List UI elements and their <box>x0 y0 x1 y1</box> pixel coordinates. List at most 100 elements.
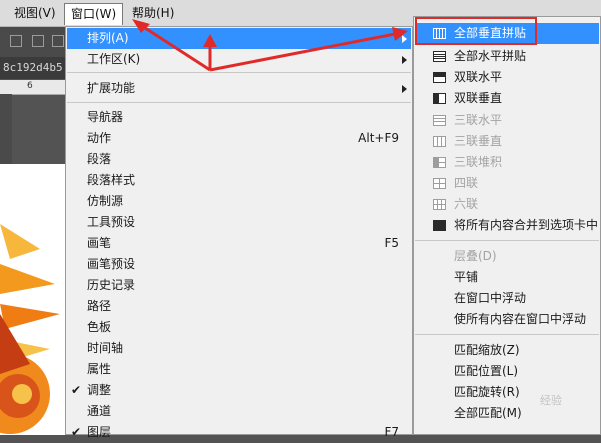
submenu-item-2up-vertical[interactable]: 双联垂直 <box>415 88 599 109</box>
menu-item-brush[interactable]: 画笔 F5 <box>67 233 411 254</box>
six-up-icon <box>433 199 446 210</box>
submenu-item-label: 全部水平拼贴 <box>454 49 527 63</box>
menu-item-adjustments[interactable]: ✔ 调整 <box>67 380 411 401</box>
submenu-item-match-zoom[interactable]: 匹配缩放(Z) <box>415 340 599 361</box>
menu-item-shortcut: F7 <box>384 425 399 439</box>
menu-item-label: 通道 <box>87 404 112 418</box>
menu-item-label: 调整 <box>87 383 112 397</box>
submenu-item-label: 匹配缩放(Z) <box>454 343 520 357</box>
menu-item-properties[interactable]: 属性 <box>67 359 411 380</box>
document-tab[interactable]: 8c192d4b5 <box>0 57 65 79</box>
menu-separator <box>415 334 599 335</box>
submenu-arrow-icon <box>402 85 407 93</box>
menu-item-label: 扩展功能 <box>87 81 136 95</box>
menu-item-swatches[interactable]: 色板 <box>67 317 411 338</box>
menu-item-extensions[interactable]: 扩展功能 <box>67 78 411 99</box>
four-up-icon <box>433 178 446 189</box>
document-canvas[interactable] <box>0 164 65 435</box>
menu-help[interactable]: 帮助(H) <box>126 4 180 22</box>
options-toolbar <box>0 27 65 57</box>
menu-window[interactable]: 窗口(W) <box>64 3 124 25</box>
vertical-ruler <box>0 94 12 164</box>
align-center-icon[interactable] <box>32 35 44 47</box>
submenu-item-label: 层叠(D) <box>454 249 497 263</box>
consolidate-tabs-icon <box>433 220 446 231</box>
tile-horizontal-icon <box>433 51 446 62</box>
menu-item-label: 仿制源 <box>87 194 124 208</box>
menu-item-label: 历史记录 <box>87 278 136 292</box>
menu-item-label: 时间轴 <box>87 341 124 355</box>
menu-item-channels[interactable]: 通道 <box>67 401 411 422</box>
three-up-vertical-icon <box>433 136 446 147</box>
submenu-item-label: 六联 <box>454 197 479 211</box>
submenu-item-tile-all-horizontally[interactable]: 全部水平拼贴 <box>415 46 599 67</box>
submenu-item-consolidate-tabs[interactable]: 将所有内容合并到选项卡中 <box>415 215 599 236</box>
menu-item-label: 画笔预设 <box>87 257 136 271</box>
menu-item-label: 路径 <box>87 299 112 313</box>
annotation-highlight-box <box>415 17 537 45</box>
submenu-item-label: 三联水平 <box>454 113 503 127</box>
menu-item-clone-source[interactable]: 仿制源 <box>67 191 411 212</box>
ruler-tick-label: 6 <box>27 81 33 91</box>
submenu-item-label: 平铺 <box>454 270 479 284</box>
submenu-item-label: 双联水平 <box>454 70 503 84</box>
submenu-item-tile[interactable]: 平铺 <box>415 267 599 288</box>
menu-item-paths[interactable]: 路径 <box>67 296 411 317</box>
menu-item-label: 属性 <box>87 362 112 376</box>
menu-item-label: 工作区(K) <box>87 52 141 66</box>
submenu-item-match-location[interactable]: 匹配位置(L) <box>415 361 599 382</box>
submenu-item-match-all[interactable]: 全部匹配(M) <box>415 403 599 424</box>
submenu-item-label: 匹配位置(L) <box>454 364 519 378</box>
arrange-submenu: 全部垂直拼贴 全部水平拼贴 双联水平 双联垂直 三联水平 三联垂直 三联堆积 四… <box>413 16 601 435</box>
menu-separator <box>67 72 411 73</box>
two-up-horizontal-icon <box>433 72 446 83</box>
menu-item-paragraph[interactable]: 段落 <box>67 149 411 170</box>
menu-item-label: 段落 <box>87 152 112 166</box>
submenu-item-3up-vertical[interactable]: 三联垂直 <box>415 131 599 152</box>
menu-separator <box>415 240 599 241</box>
submenu-item-cascade[interactable]: 层叠(D) <box>415 246 599 267</box>
menu-item-label: 画笔 <box>87 236 112 250</box>
menu-item-layers[interactable]: ✔ 图层 F7 <box>67 422 411 443</box>
submenu-item-label: 四联 <box>454 176 479 190</box>
menu-item-timeline[interactable]: 时间轴 <box>67 338 411 359</box>
submenu-item-float-all-in-windows[interactable]: 使所有内容在窗口中浮动 <box>415 309 599 330</box>
submenu-item-label: 将所有内容合并到选项卡中 <box>454 218 599 232</box>
menu-item-paragraph-styles[interactable]: 段落样式 <box>67 170 411 191</box>
menu-item-workspace[interactable]: 工作区(K) <box>67 49 411 70</box>
submenu-arrow-icon <box>402 56 407 64</box>
align-right-icon[interactable] <box>52 35 64 47</box>
horizontal-ruler: 6 <box>0 80 65 95</box>
flame-artwork <box>0 224 60 434</box>
submenu-arrow-icon <box>402 35 407 43</box>
three-up-stacked-icon <box>433 157 446 168</box>
submenu-item-label: 三联堆积 <box>454 155 503 169</box>
menu-item-shortcut: F5 <box>384 236 399 250</box>
submenu-item-float-in-window[interactable]: 在窗口中浮动 <box>415 288 599 309</box>
menu-item-history[interactable]: 历史记录 <box>67 275 411 296</box>
submenu-item-3up-horizontal[interactable]: 三联水平 <box>415 110 599 131</box>
menu-item-label: 段落样式 <box>87 173 136 187</box>
two-up-vertical-icon <box>433 93 446 104</box>
submenu-item-label: 匹配旋转(R) <box>454 385 520 399</box>
checkmark-icon: ✔ <box>71 383 82 397</box>
submenu-item-6up[interactable]: 六联 <box>415 194 599 215</box>
menu-item-arrange[interactable]: 排列(A) <box>67 28 411 49</box>
menu-item-label: 动作 <box>87 131 112 145</box>
menu-item-brush-presets[interactable]: 画笔预设 <box>67 254 411 275</box>
menu-item-label: 排列(A) <box>87 31 129 45</box>
submenu-item-4up[interactable]: 四联 <box>415 173 599 194</box>
submenu-item-2up-horizontal[interactable]: 双联水平 <box>415 67 599 88</box>
three-up-horizontal-icon <box>433 115 446 126</box>
menu-item-actions[interactable]: 动作 Alt+F9 <box>67 128 411 149</box>
watermark: 经验 <box>540 394 562 407</box>
submenu-item-label: 使所有内容在窗口中浮动 <box>454 312 587 326</box>
align-left-icon[interactable] <box>10 35 22 47</box>
menu-view[interactable]: 视图(V) <box>8 4 62 22</box>
menu-item-navigator[interactable]: 导航器 <box>67 107 411 128</box>
submenu-item-match-rotation[interactable]: 匹配旋转(R) <box>415 382 599 403</box>
submenu-item-3up-stacked[interactable]: 三联堆积 <box>415 152 599 173</box>
checkmark-icon: ✔ <box>71 425 82 439</box>
submenu-item-label: 全部匹配(M) <box>454 406 522 420</box>
menu-item-tool-presets[interactable]: 工具预设 <box>67 212 411 233</box>
